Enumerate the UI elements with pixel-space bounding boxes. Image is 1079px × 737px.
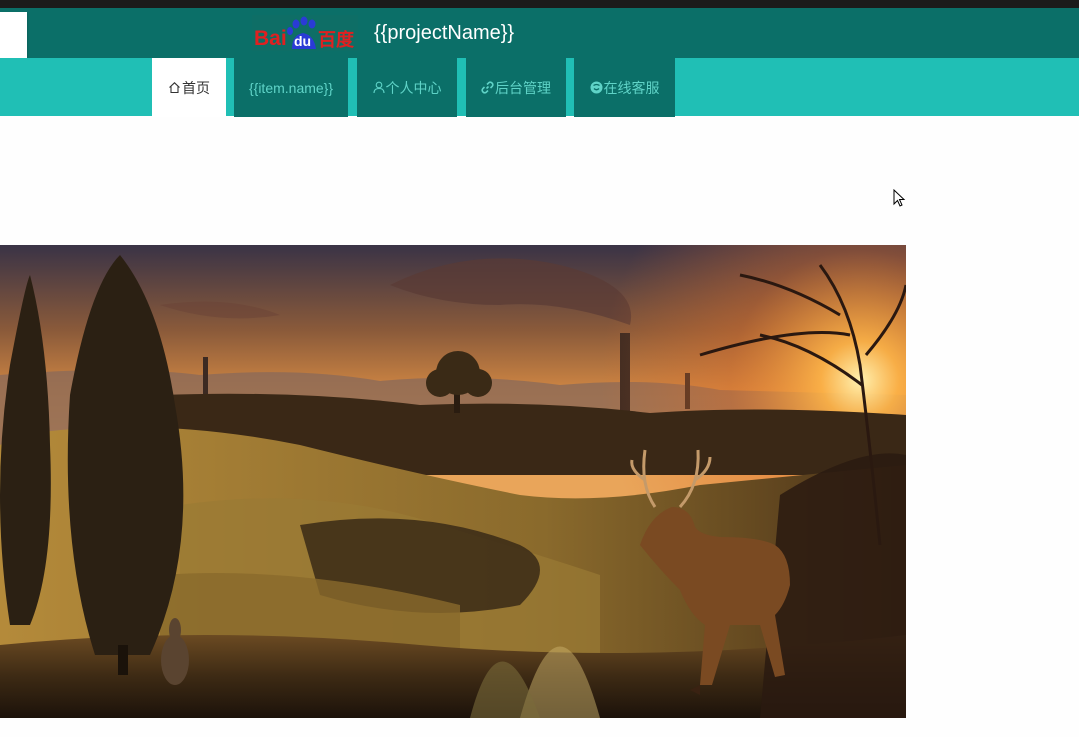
site-header <box>0 8 1079 58</box>
nav-tab-item-name[interactable]: {{item.name}} <box>234 58 348 117</box>
baidu-logo[interactable]: Bai du 百度 <box>252 15 358 51</box>
window-top-strip <box>0 0 1079 8</box>
nav-tab-online-service[interactable]: 在线客服 <box>574 58 675 117</box>
svg-text:百度: 百度 <box>318 29 355 51</box>
nav-tab-personal-center[interactable]: 个人中心 <box>357 58 457 117</box>
home-icon <box>168 81 181 94</box>
svg-text:Bai: Bai <box>254 27 287 50</box>
user-icon <box>372 81 385 94</box>
mouse-cursor-icon <box>893 188 907 214</box>
project-name-title: {{projectName}} <box>374 22 515 44</box>
nav-tab-admin-label: 后台管理 <box>495 79 551 96</box>
nav-tab-admin[interactable]: 后台管理 <box>466 58 566 117</box>
nav-tab-personal-center-label: 个人中心 <box>385 79 442 96</box>
nav-tab-item-name-label: {{item.name}} <box>248 79 334 96</box>
nav-tab-online-service-label: 在线客服 <box>603 79 660 96</box>
svg-text:du: du <box>294 33 311 49</box>
hero-banner-image[interactable] <box>0 245 906 718</box>
chat-icon <box>590 81 603 94</box>
link-icon <box>481 81 494 94</box>
nav-tab-home[interactable]: 首页 <box>152 58 226 117</box>
nav-tab-home-label: 首页 <box>182 79 210 96</box>
